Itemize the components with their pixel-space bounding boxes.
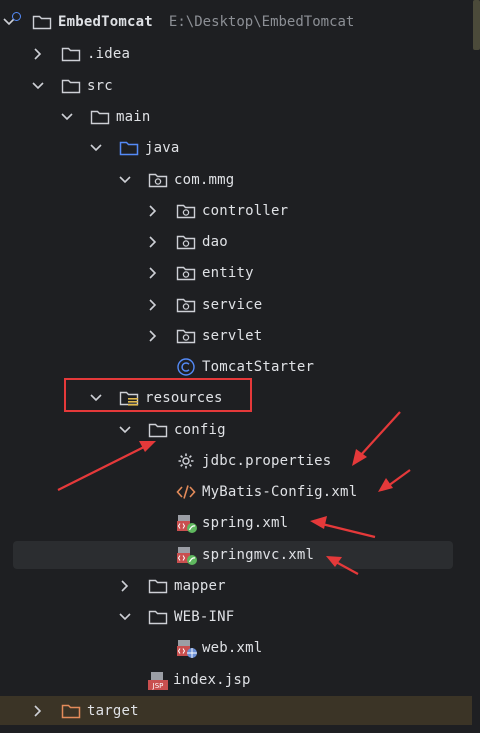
tree-label: service	[202, 297, 263, 313]
chevron-down-icon[interactable]	[89, 141, 103, 155]
folder-icon	[90, 108, 110, 126]
tree-label: java	[145, 140, 180, 156]
project-tree: EmbedTomcat E:\Desktop\EmbedTomcat .idea…	[0, 0, 480, 733]
vertical-scrollbar[interactable]	[472, 0, 480, 733]
tree-row-idea[interactable]: .idea	[0, 41, 472, 67]
tree-label: com.mmg	[174, 172, 235, 188]
tree-label: web.xml	[202, 640, 263, 656]
tree-row-entity[interactable]: entity	[0, 260, 472, 286]
tree-row-target[interactable]: target	[0, 696, 472, 725]
package-icon	[176, 296, 196, 314]
chevron-right-icon[interactable]	[146, 329, 160, 343]
tree-row-java[interactable]: java	[0, 135, 472, 161]
package-icon	[176, 327, 196, 345]
chevron-right-icon[interactable]	[146, 235, 160, 249]
chevron-right-icon[interactable]	[146, 266, 160, 280]
tree-label: config	[174, 422, 226, 438]
tree-row-servlet[interactable]: servlet	[0, 323, 472, 349]
tree-label: index.jsp	[173, 672, 251, 688]
tree-label: main	[116, 109, 151, 125]
tree-label: spring.xml	[202, 515, 289, 531]
project-name: EmbedTomcat	[58, 14, 153, 30]
chevron-right-icon[interactable]	[118, 579, 132, 593]
tree-label: TomcatStarter	[202, 359, 315, 375]
spring-xml-icon	[176, 546, 197, 565]
tree-row-controller[interactable]: controller	[0, 198, 472, 224]
tree-row-mapper[interactable]: mapper	[0, 573, 472, 599]
tree-row-mybatis-config[interactable]: MyBatis-Config.xml	[0, 479, 472, 505]
tree-row-jdbc-properties[interactable]: jdbc.properties	[0, 448, 472, 474]
tree-row-main[interactable]: main	[0, 104, 472, 130]
excluded-folder-icon	[61, 702, 81, 720]
tree-label: servlet	[202, 328, 263, 344]
web-xml-icon	[176, 639, 197, 658]
tree-label: src	[87, 78, 113, 94]
chevron-right-icon[interactable]	[31, 704, 45, 718]
tree-label: WEB-INF	[174, 609, 235, 625]
tree-row-package[interactable]: com.mmg	[0, 167, 472, 193]
package-icon	[176, 202, 196, 220]
package-icon	[148, 171, 168, 189]
tree-row-web-inf[interactable]: WEB-INF	[0, 604, 472, 630]
chevron-down-icon[interactable]	[118, 610, 132, 624]
folder-icon	[61, 77, 81, 95]
tree-row-config[interactable]: config	[0, 417, 472, 443]
chevron-down-icon[interactable]	[118, 173, 132, 187]
tree-row-project[interactable]: EmbedTomcat E:\Desktop\EmbedTomcat	[0, 9, 472, 35]
gear-icon	[176, 452, 196, 470]
tree-label: target	[87, 702, 139, 719]
tree-row-spring-xml[interactable]: spring.xml	[0, 510, 472, 536]
tree-label: entity	[202, 265, 254, 281]
chevron-right-icon[interactable]	[146, 204, 160, 218]
chevron-down-icon[interactable]	[118, 423, 132, 437]
tree-label: controller	[202, 203, 289, 219]
tree-label: MyBatis-Config.xml	[202, 484, 358, 500]
tree-row-src[interactable]: src	[0, 73, 472, 99]
chevron-down-icon[interactable]	[60, 110, 74, 124]
package-icon	[176, 233, 196, 251]
tree-row-springmvc-xml[interactable]: springmvc.xml	[13, 541, 453, 569]
svg-text:JSP: JSP	[152, 682, 164, 690]
xml-icon	[176, 483, 196, 501]
tree-label: mapper	[174, 578, 226, 594]
tree-label: jdbc.properties	[202, 453, 332, 469]
folder-icon	[61, 45, 81, 63]
scrollbar-thumb[interactable]	[473, 0, 480, 50]
project-folder-icon	[32, 13, 52, 31]
project-path: E:\Desktop\EmbedTomcat	[168, 14, 355, 30]
chevron-down-icon[interactable]	[31, 79, 45, 93]
tree-row-web-xml[interactable]: web.xml	[0, 635, 472, 661]
tree-label: springmvc.xml	[202, 547, 315, 563]
package-icon	[176, 264, 196, 282]
class-icon	[176, 358, 196, 376]
project-module-badge-icon	[12, 12, 21, 21]
tree-row-service[interactable]: service	[0, 292, 472, 318]
folder-icon	[148, 608, 168, 626]
tree-label: .idea	[87, 46, 131, 62]
tree-label: dao	[202, 234, 228, 250]
folder-icon	[148, 577, 168, 595]
tree-row-dao[interactable]: dao	[0, 229, 472, 255]
jsp-icon: JSP	[147, 671, 168, 690]
chevron-right-icon[interactable]	[31, 47, 45, 61]
tree-row-index-jsp[interactable]: JSP index.jsp	[0, 667, 472, 693]
source-folder-icon	[119, 139, 139, 157]
folder-icon	[148, 421, 168, 439]
chevron-right-icon[interactable]	[146, 298, 160, 312]
annotation-highlight-box	[64, 378, 252, 412]
tree-row-tomcat-starter[interactable]: TomcatStarter	[0, 354, 472, 380]
spring-xml-icon	[176, 514, 197, 533]
